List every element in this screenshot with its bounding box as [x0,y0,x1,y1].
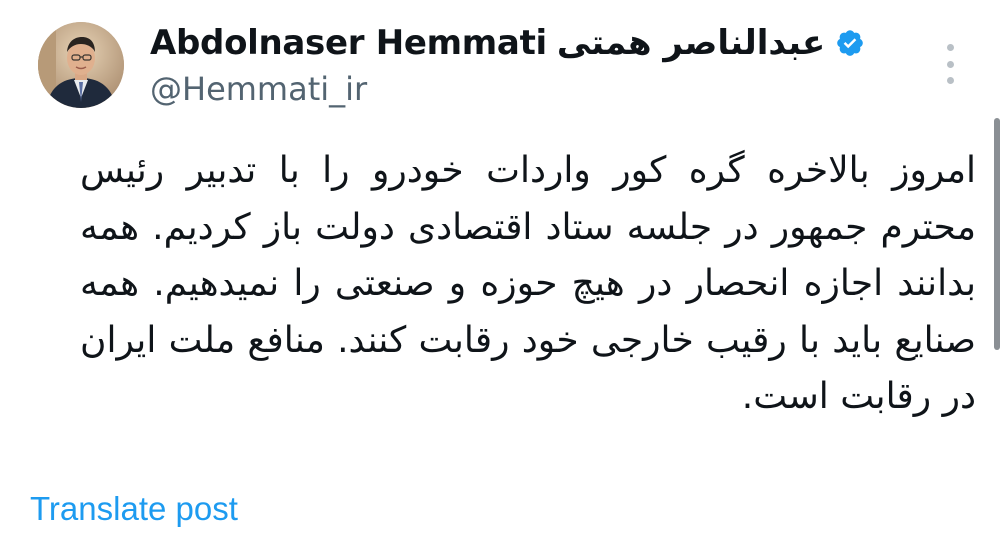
post-header: Abdolnaser Hemmati عبدالناصر همتی @Hemma… [150,18,880,108]
author-handle[interactable]: @Hemmati_ir [150,70,880,108]
author-name-row[interactable]: Abdolnaser Hemmati عبدالناصر همتی [150,18,880,68]
author-display-name-fa[interactable]: عبدالناصر همتی [557,23,826,63]
translate-post-link[interactable]: Translate post [30,490,238,528]
post-text: امروز بالاخره گره کور واردات خودرو را با… [80,150,976,417]
avatar[interactable] [38,22,124,108]
more-vertical-icon[interactable] [938,40,962,88]
verified-badge-icon [835,28,865,58]
scrollbar[interactable] [994,118,1000,350]
post-card: Abdolnaser Hemmati عبدالناصر همتی @Hemma… [0,0,1000,545]
author-display-name[interactable]: Abdolnaser Hemmati [150,23,547,63]
